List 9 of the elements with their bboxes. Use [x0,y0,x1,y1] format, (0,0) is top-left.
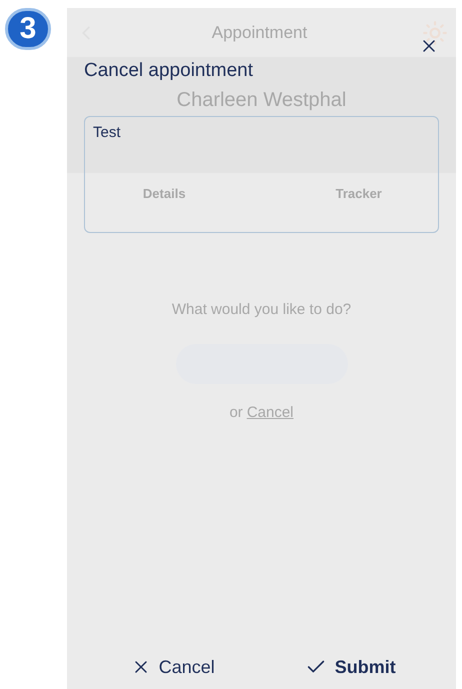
prompt-text: What would you like to do? [172,300,352,320]
dialog-title: Cancel appointment [84,59,254,83]
cancel-button[interactable]: Cancel [130,654,215,680]
or-text: or [229,402,243,422]
step-number-badge: 3 [5,8,51,50]
sun-icon[interactable] [422,20,448,46]
header-title: Appointment [212,22,308,44]
patient-name: Charleen Westphal [176,88,346,113]
submit-button[interactable]: Submit [304,654,396,680]
